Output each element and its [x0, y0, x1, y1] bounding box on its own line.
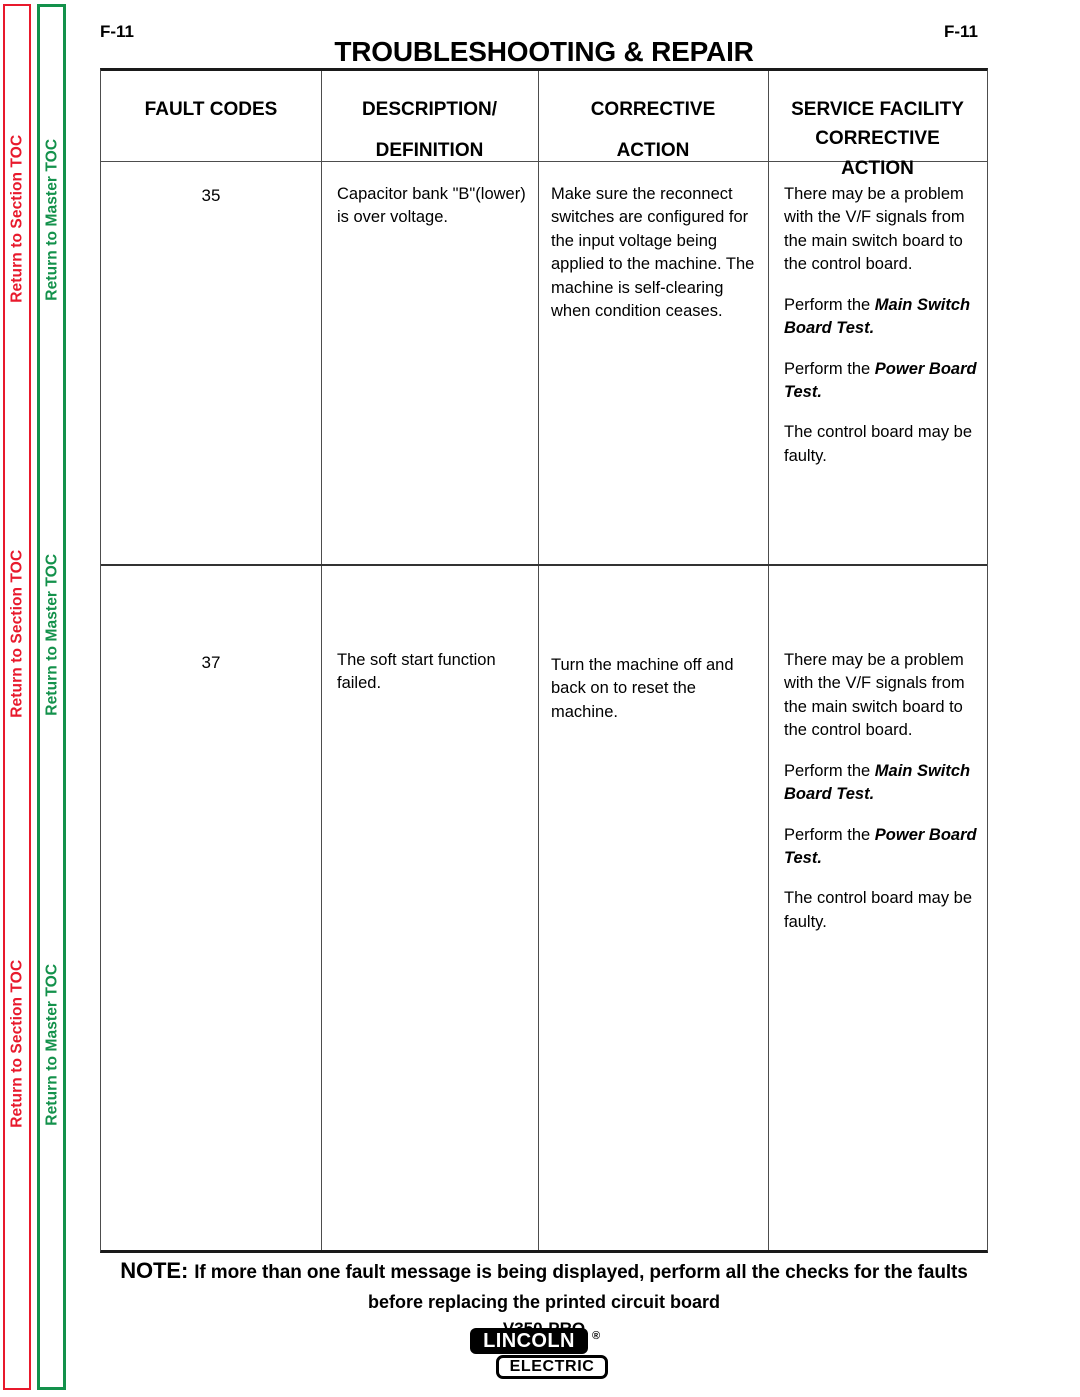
table-column-divider-1 [321, 71, 322, 1250]
registered-trademark-icon: ® [592, 1330, 601, 1342]
table-column-divider-3 [768, 71, 769, 1250]
table-column-divider-2 [538, 71, 539, 1250]
note-keyword: NOTE: [120, 1258, 189, 1283]
master-toc-label-3: Return to Master TOC [42, 963, 60, 1126]
fault-description-text: The soft start function failed. [337, 651, 496, 693]
fault-code-value: 35 [201, 186, 221, 205]
sidebar-nav-strips: Return to Section TOC Return to Section … [0, 0, 96, 1397]
header-service-line1: SERVICE FACILITY [791, 99, 964, 120]
table-header-corrective-action: CORRECTIVE ACTION [538, 95, 768, 166]
logo-electric-text: ELECTRIC [496, 1355, 608, 1379]
master-toc-label-2: Return to Master TOC [42, 553, 60, 716]
service-para-3-text: Perform the [784, 359, 875, 378]
footer-note-block: NOTE: If more than one fault message is b… [96, 1258, 992, 1339]
header-fault-codes-line1: FAULT CODES [144, 99, 278, 120]
service-facility-para-1: There may be a problem with the V/F sign… [784, 183, 989, 277]
fault-description-cell: The soft start function failed. [337, 649, 529, 696]
service-para-2-text: Perform the [784, 295, 875, 314]
sidebar-item-section-toc[interactable]: Return to Section TOC Return to Section … [3, 4, 31, 1390]
section-toc-label-3: Return to Section TOC [8, 959, 26, 1128]
service-facility-para-3: Perform the Power Board Test. [784, 358, 989, 405]
fault-description-text: Capacitor bank "B"(lower) is over voltag… [337, 185, 526, 227]
table-row: 37 [101, 651, 321, 675]
corrective-action-cell: Make sure the reconnect switches are con… [551, 183, 761, 324]
service-facility-para-2: Perform the Main Switch Board Test. [784, 760, 989, 807]
fault-description-cell: Capacitor bank "B"(lower) is over voltag… [337, 183, 529, 230]
corrective-action-text: Turn the machine off and back on to rese… [551, 656, 734, 721]
master-toc-label-1: Return to Master TOC [42, 138, 60, 301]
table-row: 35 [101, 184, 321, 208]
header-service-line2: CORRECTIVE [815, 128, 940, 150]
header-corrective-line1: CORRECTIVE [590, 99, 716, 120]
note-text-2: before replacing the printed circuit boa… [367, 1292, 721, 1312]
table-header-description: DESCRIPTION/ DEFINITION [321, 95, 538, 166]
service-para-4-text: The control board may be faulty. [784, 889, 973, 931]
service-para-4-text: The control board may be faulty. [784, 423, 973, 465]
service-facility-para-2: Perform the Main Switch Board Test. [784, 294, 989, 341]
service-para-3-text: Perform the [784, 825, 875, 844]
section-toc-label-1: Return to Section TOC [8, 134, 26, 303]
table-header-service-facility: SERVICE FACILITY CORRECTIVE ACTION [768, 95, 987, 183]
sidebar-item-master-toc[interactable]: Return to Master TOC Return to Master TO… [37, 4, 66, 1390]
service-facility-para-4: The control board may be faulty. [784, 421, 989, 468]
lincoln-electric-logo: LINCOLN ® ELECTRIC [470, 1328, 620, 1384]
fault-codes-table: FAULT CODES DESCRIPTION/ DEFINITION CORR… [100, 68, 988, 1253]
note-text-1: If more than one fault message is being … [194, 1262, 968, 1283]
fault-code-value: 37 [201, 653, 221, 672]
corrective-action-cell: Turn the machine off and back on to rese… [551, 654, 761, 724]
service-facility-cell: There may be a problem with the V/F sign… [784, 649, 989, 934]
logo-lincoln-text: LINCOLN [470, 1328, 588, 1354]
section-toc-label-2: Return to Section TOC [8, 549, 26, 718]
page-title: TROUBLESHOOTING & REPAIR [334, 36, 754, 67]
service-para-1-text: There may be a problem with the V/F sign… [784, 185, 965, 274]
header-corrective-line2: ACTION [616, 140, 690, 162]
service-facility-para-4: The control board may be faulty. [784, 887, 989, 934]
corrective-action-text: Make sure the reconnect switches are con… [551, 185, 755, 321]
service-para-1-text: There may be a problem with the V/F sign… [784, 651, 965, 740]
header-service-line3: ACTION [841, 157, 914, 179]
service-facility-para-3: Perform the Power Board Test. [784, 824, 989, 871]
table-header-fault-codes: FAULT CODES [101, 95, 321, 124]
header-description-line2: DEFINITION [375, 140, 484, 162]
service-para-2-text: Perform the [784, 761, 875, 780]
service-facility-para-1: There may be a problem with the V/F sign… [784, 649, 989, 743]
header-description-line1: DESCRIPTION/ [361, 99, 498, 120]
table-row-divider [101, 564, 987, 566]
service-facility-cell: There may be a problem with the V/F sign… [784, 183, 989, 468]
note-line-1: NOTE: If more than one fault message is b… [96, 1258, 992, 1284]
